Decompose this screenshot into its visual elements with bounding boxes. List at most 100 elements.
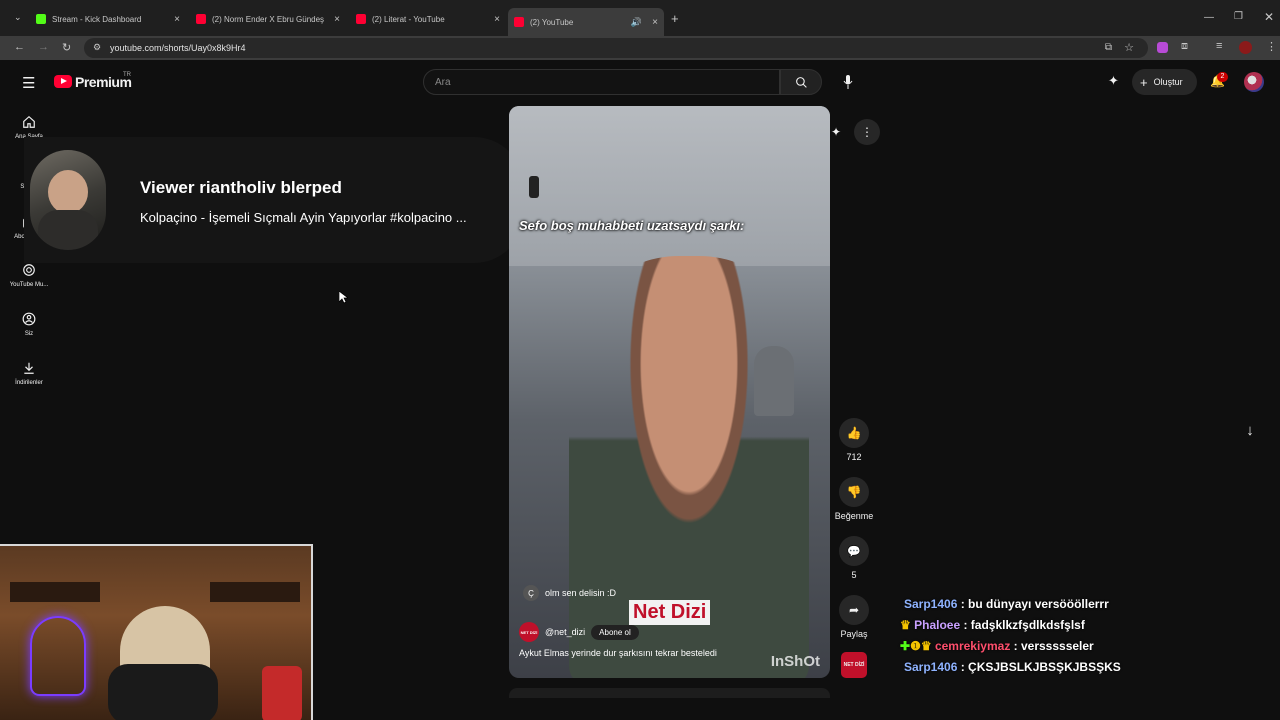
- tab-title: (2) Norm Ender X Ebru Gündeş: [212, 14, 325, 24]
- microphone-icon: [843, 75, 853, 89]
- chat-username: Phaloee: [914, 618, 961, 632]
- alert-subtitle: Kolpaçino - İşemeli Sıçmalı Ayin Yapıyor…: [140, 210, 467, 225]
- audio-playing-icon[interactable]: 🔊: [631, 17, 642, 28]
- sidebar-item-label: Siz: [24, 331, 34, 337]
- channel-row: NET DİZİ @net_dizi Abone ol: [519, 622, 639, 642]
- chat-text: : bu dünyayı versöööllerrr: [957, 597, 1109, 611]
- sidebar-item-youtube-music[interactable]: YouTube Mu...: [0, 263, 58, 288]
- close-tab-icon[interactable]: ×: [652, 17, 658, 28]
- share-label: Paylaş: [840, 629, 868, 639]
- sparkle-icon[interactable]: ✦: [1108, 73, 1119, 89]
- chat-text: : fadşklkzfşdlkdsfşlsf: [960, 618, 1085, 632]
- inshot-watermark: InShOt: [770, 653, 820, 670]
- share-arrow-icon: ➦: [839, 595, 869, 625]
- video-brand-overlay: Net Dizi: [629, 600, 711, 625]
- new-tab-icon[interactable]: +: [671, 11, 679, 26]
- extensions-puzzle-icon[interactable]: ⧈: [1181, 40, 1188, 53]
- like-count: 712: [846, 452, 862, 462]
- tab-norm-ender[interactable]: (2) Norm Ender X Ebru Gündeş ×: [190, 8, 346, 30]
- url-text: youtube.com/shorts/Uay0x8k9Hr4: [110, 43, 246, 53]
- account-avatar[interactable]: [1244, 72, 1264, 92]
- close-window-icon[interactable]: ✕: [1264, 10, 1274, 24]
- browser-toolbar: ← → ↻ ⚙ youtube.com/shorts/Uay0x8k9Hr4 ⧉…: [0, 36, 1280, 60]
- tab-literat[interactable]: (2) Literat - YouTube ×: [350, 8, 506, 30]
- browser-menu-icon[interactable]: ⋮: [1266, 40, 1277, 53]
- guide-menu-icon[interactable]: ☰: [22, 74, 35, 92]
- extension-icon[interactable]: [1157, 42, 1168, 53]
- tab-search-chevron-icon[interactable]: ⌄: [14, 12, 22, 23]
- youtube-icon: [356, 14, 366, 24]
- sidebar-item-label: İndirilenler: [15, 380, 43, 386]
- tab-title: (2) Literat - YouTube: [372, 14, 445, 24]
- close-tab-icon[interactable]: ×: [334, 14, 340, 25]
- comments-button[interactable]: 💬 5: [834, 536, 874, 580]
- create-label: Oluştur: [1153, 77, 1183, 87]
- alert-avatar-image: [30, 150, 106, 250]
- search-button[interactable]: [780, 69, 822, 95]
- shorts-video-player[interactable]: Sefo boş muhabbeti uzatsaydı şarkı: Ç ol…: [509, 106, 830, 678]
- chat-username: Sarp1406: [904, 660, 958, 674]
- notification-badge: 2: [1217, 72, 1228, 82]
- comment-icon: 💬: [839, 536, 869, 566]
- youtube-logo-icon[interactable]: [54, 75, 72, 88]
- chat-text: : ÇKSJBSLKJBSŞKJBSŞKS: [957, 660, 1121, 674]
- streamer-webcam: [0, 544, 313, 720]
- chat-message: Sarp1406 : bu dünyayı versöööllerrr: [900, 597, 1109, 611]
- channel-handle[interactable]: @net_dizi: [545, 627, 585, 637]
- music-icon: [23, 264, 35, 276]
- chat-message: ♛ Phaloee : fadşklkzfşdlkdsfşlsf: [900, 618, 1085, 632]
- download-icon: [24, 362, 34, 374]
- youtube-icon: [514, 17, 524, 27]
- address-bar[interactable]: ⚙ youtube.com/shorts/Uay0x8k9Hr4 ⧉ ☆: [84, 38, 1148, 58]
- bookshelf-image: [210, 582, 300, 602]
- video-caption: Sefo boş muhabbeti uzatsaydı şarkı:: [519, 218, 745, 233]
- back-icon[interactable]: ←: [14, 41, 25, 53]
- video-description[interactable]: Aykut Elmas yerinde dur şarkısını tekrar…: [519, 648, 717, 658]
- sparkle-icon[interactable]: ✦: [831, 125, 841, 139]
- site-info-icon[interactable]: ⚙: [93, 42, 101, 53]
- close-tab-icon[interactable]: ×: [494, 14, 500, 25]
- restore-icon[interactable]: ❐: [1234, 11, 1243, 22]
- voice-search-button[interactable]: [836, 70, 860, 94]
- plus-icon: +: [1140, 74, 1148, 90]
- share-button[interactable]: ➦ Paylaş: [834, 595, 874, 639]
- channel-avatar[interactable]: NET DİZİ: [519, 622, 539, 642]
- profile-avatar-browser[interactable]: [1239, 41, 1252, 54]
- neon-logo-sign: [30, 616, 86, 696]
- install-app-icon[interactable]: ⧉: [1105, 42, 1112, 53]
- dislike-button[interactable]: 👎 Beğenme: [834, 477, 874, 521]
- tab-kick-dashboard[interactable]: Stream - Kick Dashboard ×: [30, 8, 186, 30]
- reload-icon[interactable]: ↻: [62, 41, 71, 54]
- tab-title: Stream - Kick Dashboard: [52, 14, 142, 24]
- minimize-icon[interactable]: —: [1204, 12, 1214, 23]
- chat-username: Sarp1406: [904, 597, 958, 611]
- bookshelf-image: [10, 582, 100, 602]
- streamer-shirt-image: [108, 664, 218, 720]
- chat-username: cemrekiymaz: [934, 639, 1011, 653]
- sound-source-avatar[interactable]: NET DİZİ: [841, 652, 867, 678]
- dislike-label: Beğenme: [834, 511, 874, 521]
- like-button[interactable]: 👍 712: [834, 418, 874, 462]
- arrow-down-icon: ↓: [1246, 421, 1254, 439]
- crown-badge-icon: ♛: [900, 618, 911, 632]
- mouse-cursor-icon: [339, 291, 348, 304]
- thumb-up-icon: 👍: [839, 418, 869, 448]
- pinned-comment: Ç olm sen delisin :D: [523, 585, 616, 601]
- bookmark-star-icon[interactable]: ☆: [1124, 41, 1134, 54]
- next-video-button[interactable]: ↓: [1238, 418, 1262, 442]
- search-input[interactable]: Ara: [423, 69, 780, 95]
- close-tab-icon[interactable]: ×: [174, 14, 180, 25]
- sidebar-item-you[interactable]: Siz: [0, 312, 58, 337]
- tab-youtube-active[interactable]: (2) YouTube 🔊 ×: [508, 8, 664, 36]
- media-control-icon[interactable]: ≡: [1216, 40, 1222, 52]
- subscribe-button[interactable]: Abone ol: [591, 624, 639, 640]
- comment-avatar: Ç: [523, 585, 539, 601]
- sidebar-item-downloads[interactable]: İndirilenler: [0, 361, 58, 386]
- chat-message: ✚❶♛ cemrekiymaz : verssssseler: [900, 639, 1094, 653]
- create-button[interactable]: + Oluştur: [1132, 69, 1197, 95]
- more-options-button[interactable]: ⋮: [854, 119, 880, 145]
- youtube-icon: [196, 14, 206, 24]
- next-short-preview[interactable]: [509, 688, 830, 698]
- crown-badge-icon: ♛: [920, 639, 932, 653]
- forward-icon[interactable]: →: [38, 41, 49, 53]
